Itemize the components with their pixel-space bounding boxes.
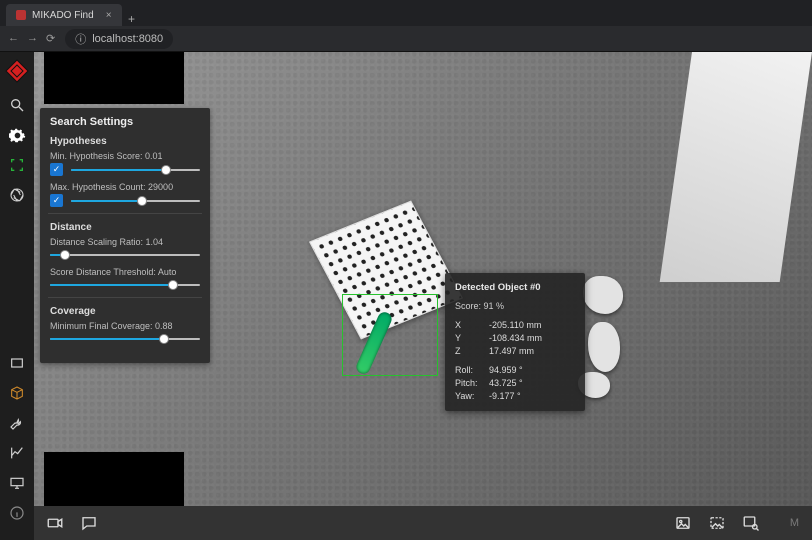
focus-brackets-icon[interactable]: [8, 156, 26, 174]
container-icon[interactable]: [8, 354, 26, 372]
tab-favicon: [16, 10, 26, 20]
wrench-icon[interactable]: [8, 414, 26, 432]
pose-value-roll: 94.959 °: [489, 364, 523, 377]
min-final-coverage-slider[interactable]: [50, 333, 200, 345]
pose-label-y: Y: [455, 332, 489, 345]
tool-rail: [0, 52, 34, 540]
panel-divider: [48, 297, 202, 298]
brand-fragment: M: [790, 517, 800, 529]
address-bar[interactable]: ⓘ localhost:8080: [65, 29, 173, 49]
score-distance-threshold-label: Score Distance Threshold: Auto: [50, 267, 200, 277]
min-final-coverage-label: Minimum Final Coverage: 0.88: [50, 321, 200, 331]
gear-icon[interactable]: [8, 126, 26, 144]
tab-title: MIKADO Find: [32, 10, 94, 21]
min-hypothesis-score-checkbox[interactable]: ✓: [50, 163, 63, 176]
max-hypothesis-count-slider[interactable]: [71, 195, 200, 207]
detected-object-overlay: Detected Object #0 Score: 91 % X-205.110…: [445, 273, 585, 411]
camera-viewport[interactable]: Search Settings Hypotheses Min. Hypothes…: [34, 52, 812, 506]
score-distance-threshold-slider[interactable]: [50, 279, 200, 291]
pose-label-pitch: Pitch:: [455, 377, 489, 390]
distance-scaling-label: Distance Scaling Ratio: 1.04: [50, 237, 200, 247]
search-settings-panel: Search Settings Hypotheses Min. Hypothes…: [40, 108, 210, 363]
browser-tabstrip: MIKADO Find × +: [0, 0, 812, 26]
info-icon[interactable]: [8, 504, 26, 522]
max-hypothesis-count-checkbox[interactable]: ✓: [50, 194, 63, 207]
nav-forward-icon[interactable]: →: [27, 32, 38, 45]
camera-icon[interactable]: [46, 514, 64, 532]
scene-part: [583, 276, 623, 314]
detected-object-title: Detected Object #0: [455, 281, 575, 295]
hypotheses-heading: Hypotheses: [50, 136, 200, 147]
app-shell: Search Settings Hypotheses Min. Hypothes…: [0, 52, 812, 540]
min-hypothesis-score-slider[interactable]: [71, 164, 200, 176]
site-info-icon[interactable]: ⓘ: [75, 31, 86, 47]
app-logo[interactable]: [4, 58, 30, 84]
pose-label-yaw: Yaw:: [455, 390, 489, 403]
pose-value-y: -108.434 mm: [489, 332, 542, 345]
distance-scaling-slider[interactable]: [50, 249, 200, 261]
bottom-toolbar: M: [34, 506, 812, 540]
pose-value-yaw: -9.177 °: [489, 390, 521, 403]
image-search-icon[interactable]: [742, 514, 760, 532]
search-icon[interactable]: [8, 96, 26, 114]
viewport-letterbox-top: [44, 52, 184, 104]
monitor-icon[interactable]: [8, 474, 26, 492]
viewport-letterbox-bottom: [44, 452, 184, 506]
pose-label-roll: Roll:: [455, 364, 489, 377]
coverage-heading: Coverage: [50, 306, 200, 317]
url-text: localhost:8080: [92, 33, 163, 45]
image-icon[interactable]: [674, 514, 692, 532]
panel-title: Search Settings: [50, 116, 200, 128]
stats-icon[interactable]: [8, 444, 26, 462]
pose-value-z: 17.497 mm: [489, 345, 534, 358]
panel-divider: [48, 213, 202, 214]
aperture-icon[interactable]: [8, 186, 26, 204]
scene-part: [588, 322, 620, 372]
pose-label-x: X: [455, 319, 489, 332]
nav-back-icon[interactable]: ←: [8, 32, 19, 45]
image-dashed-icon[interactable]: [708, 514, 726, 532]
pose-label-z: Z: [455, 345, 489, 358]
pose-value-pitch: 43.725 °: [489, 377, 523, 390]
browser-tab[interactable]: MIKADO Find ×: [6, 4, 122, 26]
tab-close-icon[interactable]: ×: [106, 10, 112, 21]
new-tab-button[interactable]: +: [122, 12, 142, 26]
nav-reload-icon[interactable]: ⟳: [46, 32, 55, 45]
max-hypothesis-count-label: Max. Hypothesis Count: 29000: [50, 182, 200, 192]
cube-icon[interactable]: [8, 384, 26, 402]
distance-heading: Distance: [50, 222, 200, 233]
detected-object-score: Score: 91 %: [455, 300, 575, 313]
browser-toolbar: ← → ⟳ ⓘ localhost:8080: [0, 26, 812, 52]
min-hypothesis-score-label: Min. Hypothesis Score: 0.01: [50, 151, 200, 161]
chat-icon[interactable]: [80, 514, 98, 532]
pose-value-x: -205.110 mm: [489, 319, 541, 332]
